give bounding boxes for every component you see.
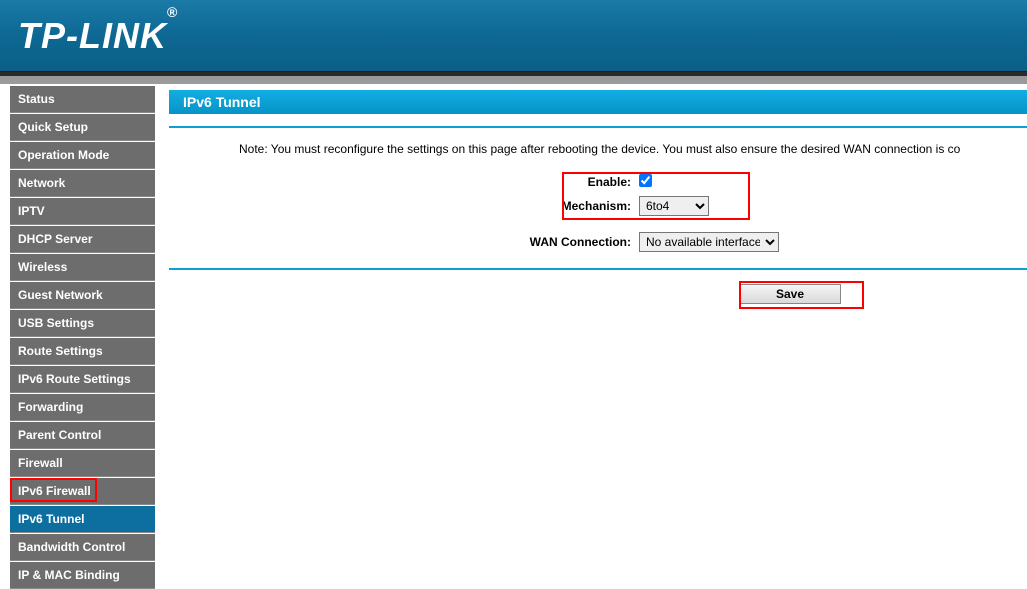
sidebar: Status Quick Setup Operation Mode Networ… [0,84,155,547]
brand-logo: TP-LINK® [18,15,178,57]
sidebar-item-label: IPv6 Tunnel [18,512,84,526]
sidebar-item-guest-network[interactable]: Guest Network [10,282,155,309]
divider-gray [0,76,1027,84]
sidebar-item-usb-settings[interactable]: USB Settings [10,310,155,337]
mechanism-label: Mechanism: [169,199,639,213]
sidebar-item-label: IPv6 Firewall [18,484,91,498]
mechanism-select[interactable]: 6to4 [639,196,709,216]
sidebar-item-quick-setup[interactable]: Quick Setup [10,114,155,141]
sidebar-item-firewall[interactable]: Firewall [10,450,155,477]
brand-reg: ® [167,4,178,20]
sidebar-item-bandwidth-control[interactable]: Bandwidth Control [10,534,155,561]
row-mechanism: Mechanism: 6to4 [169,196,1027,216]
sidebar-item-parent-control[interactable]: Parent Control [10,422,155,449]
page-title: IPv6 Tunnel [169,90,1027,114]
sidebar-item-label: Network [18,176,65,190]
sidebar-item-ipv6-tunnel[interactable]: IPv6 Tunnel [10,506,155,533]
wan-select[interactable]: No available interface. [639,232,779,252]
sidebar-item-label: Quick Setup [18,120,88,134]
sidebar-item-label: Route Settings [18,344,103,358]
sidebar-item-operation-mode[interactable]: Operation Mode [10,142,155,169]
row-wan: WAN Connection: No available interface. [169,232,1027,252]
sidebar-item-ipv6-firewall[interactable]: IPv6 Firewall [10,478,155,505]
content: IPv6 Tunnel Note: You must reconfigure t… [155,84,1027,547]
sidebar-item-label: Bandwidth Control [18,540,125,554]
sidebar-item-ipv6-route-settings[interactable]: IPv6 Route Settings [10,366,155,393]
brand-name: TP-LINK [18,15,167,56]
save-button[interactable]: Save [739,284,841,304]
enable-checkbox[interactable] [639,174,652,187]
sidebar-item-wireless[interactable]: Wireless [10,254,155,281]
sidebar-item-ip-mac-binding[interactable]: IP & MAC Binding [10,562,155,589]
enable-label: Enable: [169,175,639,189]
sidebar-item-label: Operation Mode [18,148,109,162]
sidebar-item-label: Forwarding [18,400,83,414]
sidebar-item-label: DHCP Server [18,232,92,246]
sidebar-item-dhcp-server[interactable]: DHCP Server [10,226,155,253]
sidebar-item-route-settings[interactable]: Route Settings [10,338,155,365]
sidebar-item-iptv[interactable]: IPTV [10,198,155,225]
sidebar-item-label: IP & MAC Binding [18,568,120,582]
sidebar-item-label: Wireless [18,260,67,274]
sidebar-item-network[interactable]: Network [10,170,155,197]
divider [169,126,1027,128]
sidebar-item-status[interactable]: Status [10,86,155,113]
sidebar-item-label: USB Settings [18,316,94,330]
save-button-label: Save [776,287,804,301]
sidebar-item-label: IPv6 Route Settings [18,372,131,386]
note-text: Note: You must reconfigure the settings … [239,142,1027,156]
sidebar-item-label: Firewall [18,456,63,470]
wan-label: WAN Connection: [169,235,639,249]
sidebar-item-label: IPTV [18,204,45,218]
row-enable: Enable: [169,174,1027,190]
sidebar-item-forwarding[interactable]: Forwarding [10,394,155,421]
save-row: Save [169,284,1027,304]
sidebar-item-label: Status [18,92,55,106]
page-title-text: IPv6 Tunnel [183,94,261,110]
header: TP-LINK® [0,0,1027,72]
sidebar-item-label: Guest Network [18,288,103,302]
sidebar-item-label: Parent Control [18,428,101,442]
divider [169,268,1027,270]
